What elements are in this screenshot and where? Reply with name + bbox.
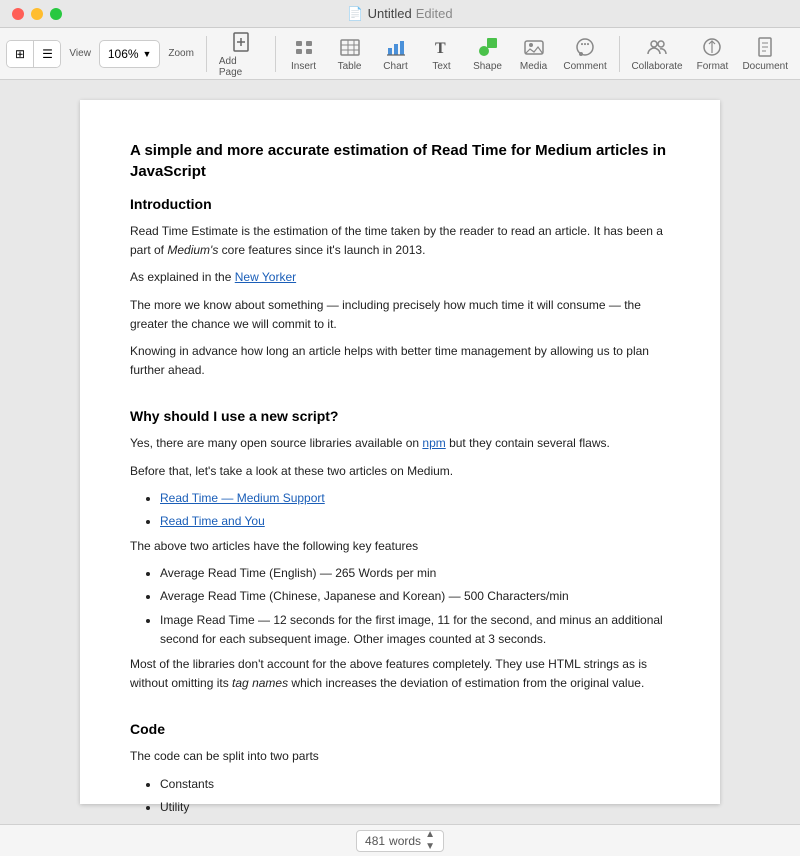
media-icon (522, 35, 546, 59)
maximize-button[interactable] (50, 8, 62, 20)
separator-2 (275, 36, 276, 72)
bullet-2: Average Read Time (Chinese, Japanese and… (160, 587, 670, 606)
word-count: 481 (365, 834, 385, 848)
zoom-value: 106% (108, 47, 139, 61)
chart-group[interactable]: Chart (374, 31, 418, 76)
view-toggle-right[interactable]: ☰ (34, 40, 61, 68)
stepper-up-icon[interactable]: ▲ (425, 829, 435, 840)
media-label: Media (520, 61, 547, 72)
comment-label: Comment (563, 61, 606, 72)
view-label-group: View (63, 44, 96, 63)
comment-group[interactable]: Comment (558, 31, 613, 76)
main-heading: A simple and more accurate estimation of… (130, 140, 670, 182)
view-toggle-left[interactable]: ⊞ (7, 40, 34, 68)
media-group[interactable]: Media (512, 31, 556, 76)
bullet-3: Image Read Time — 12 seconds for the fir… (160, 611, 670, 649)
svg-text:T: T (435, 40, 446, 57)
code-p1: The code can be split into two parts (130, 747, 670, 766)
separator-3 (619, 36, 620, 72)
grid-icon: ⊞ (15, 47, 25, 61)
insert-icon (292, 35, 316, 59)
list-icon: ☰ (42, 47, 53, 61)
document-area: A simple and more accurate estimation of… (0, 80, 800, 824)
separator-1 (206, 36, 207, 72)
zoom-label-group: Zoom (162, 44, 199, 63)
document-group[interactable]: Document (736, 31, 794, 76)
format-group[interactable]: Format (690, 31, 734, 76)
code-item-1: Constants (160, 775, 670, 794)
shape-icon (476, 35, 500, 59)
chart-label: Chart (383, 61, 407, 72)
window-controls (12, 8, 62, 20)
chart-icon (384, 35, 408, 59)
gap-2 (130, 701, 670, 721)
add-page-label: Add Page (219, 56, 263, 78)
intro-p2: As explained in the New Yorker (130, 268, 670, 287)
collaborate-group[interactable]: Collaborate (626, 31, 689, 76)
collaborate-label: Collaborate (631, 61, 682, 72)
bullet-1: Average Read Time (English) — 265 Words … (160, 564, 670, 583)
read-time-medium-link[interactable]: Read Time — Medium Support (160, 491, 325, 505)
add-page-icon (229, 30, 253, 54)
page[interactable]: A simple and more accurate estimation of… (80, 100, 720, 804)
format-icon (700, 35, 724, 59)
why-bullets-list: Average Read Time (English) — 265 Words … (160, 564, 670, 649)
zoom-group[interactable]: 106% ▼ (99, 40, 161, 68)
view-group[interactable]: ⊞ ☰ (6, 40, 61, 68)
word-count-stepper[interactable]: ▲ ▼ (425, 829, 435, 852)
chevron-down-icon: ▼ (143, 49, 152, 59)
intro-heading: Introduction (130, 196, 670, 212)
toolbar: ⊞ ☰ View 106% ▼ Zoom Add Page (0, 28, 800, 80)
code-item-2: Utility (160, 798, 670, 817)
shape-label: Shape (473, 61, 502, 72)
intro-p1: Read Time Estimate is the estimation of … (130, 222, 670, 260)
why-p3: The above two articles have the followin… (130, 537, 670, 556)
why-p1: Yes, there are many open source librarie… (130, 434, 670, 453)
close-button[interactable] (12, 8, 24, 20)
npm-link[interactable]: npm (422, 436, 445, 450)
gap-1 (130, 388, 670, 408)
stepper-down-icon[interactable]: ▼ (425, 841, 435, 852)
table-group[interactable]: Table (328, 31, 372, 76)
why-heading: Why should I use a new script? (130, 408, 670, 424)
why-p2: Before that, let's take a look at these … (130, 462, 670, 481)
document-label: Document (742, 61, 788, 72)
insert-group[interactable]: Insert (282, 31, 326, 76)
text-icon: T (430, 35, 454, 59)
word-count-control[interactable]: 481 words ▲ ▼ (356, 830, 444, 852)
zoom-label: Zoom (168, 48, 194, 59)
add-page-group[interactable]: Add Page (213, 26, 269, 82)
insert-label: Insert (291, 61, 316, 72)
document-status: Edited (416, 6, 453, 22)
title-bar: 📄 Untitled Edited (0, 0, 800, 28)
code-heading: Code (130, 721, 670, 737)
shape-group[interactable]: Shape (466, 31, 510, 76)
document-title: Untitled (368, 6, 412, 22)
read-time-you-link[interactable]: Read Time and You (160, 514, 265, 528)
new-yorker-link[interactable]: New Yorker (235, 270, 296, 284)
word-label: words (389, 834, 421, 848)
toolbar-right: Format Document (690, 31, 794, 76)
format-label: Format (697, 61, 729, 72)
doc-icon: 📄 (347, 6, 363, 22)
text-label: Text (432, 61, 450, 72)
code-list: Constants Utility Main (160, 775, 670, 824)
why-p4: Most of the libraries don't account for … (130, 655, 670, 693)
view-label: View (69, 48, 91, 59)
collaborate-icon (645, 35, 669, 59)
status-bar: 481 words ▲ ▼ (0, 824, 800, 856)
intro-p4: Knowing in advance how long an article h… (130, 342, 670, 380)
table-label: Table (338, 61, 362, 72)
minimize-button[interactable] (31, 8, 43, 20)
table-icon (338, 35, 362, 59)
why-links-list: Read Time — Medium Support Read Time and… (160, 489, 670, 531)
document-icon (753, 35, 777, 59)
code-item-3: Main (160, 821, 670, 824)
comment-icon (573, 35, 597, 59)
text-group[interactable]: T Text (420, 31, 464, 76)
title-text: 📄 Untitled Edited (347, 6, 452, 22)
intro-p3: The more we know about something — inclu… (130, 296, 670, 334)
